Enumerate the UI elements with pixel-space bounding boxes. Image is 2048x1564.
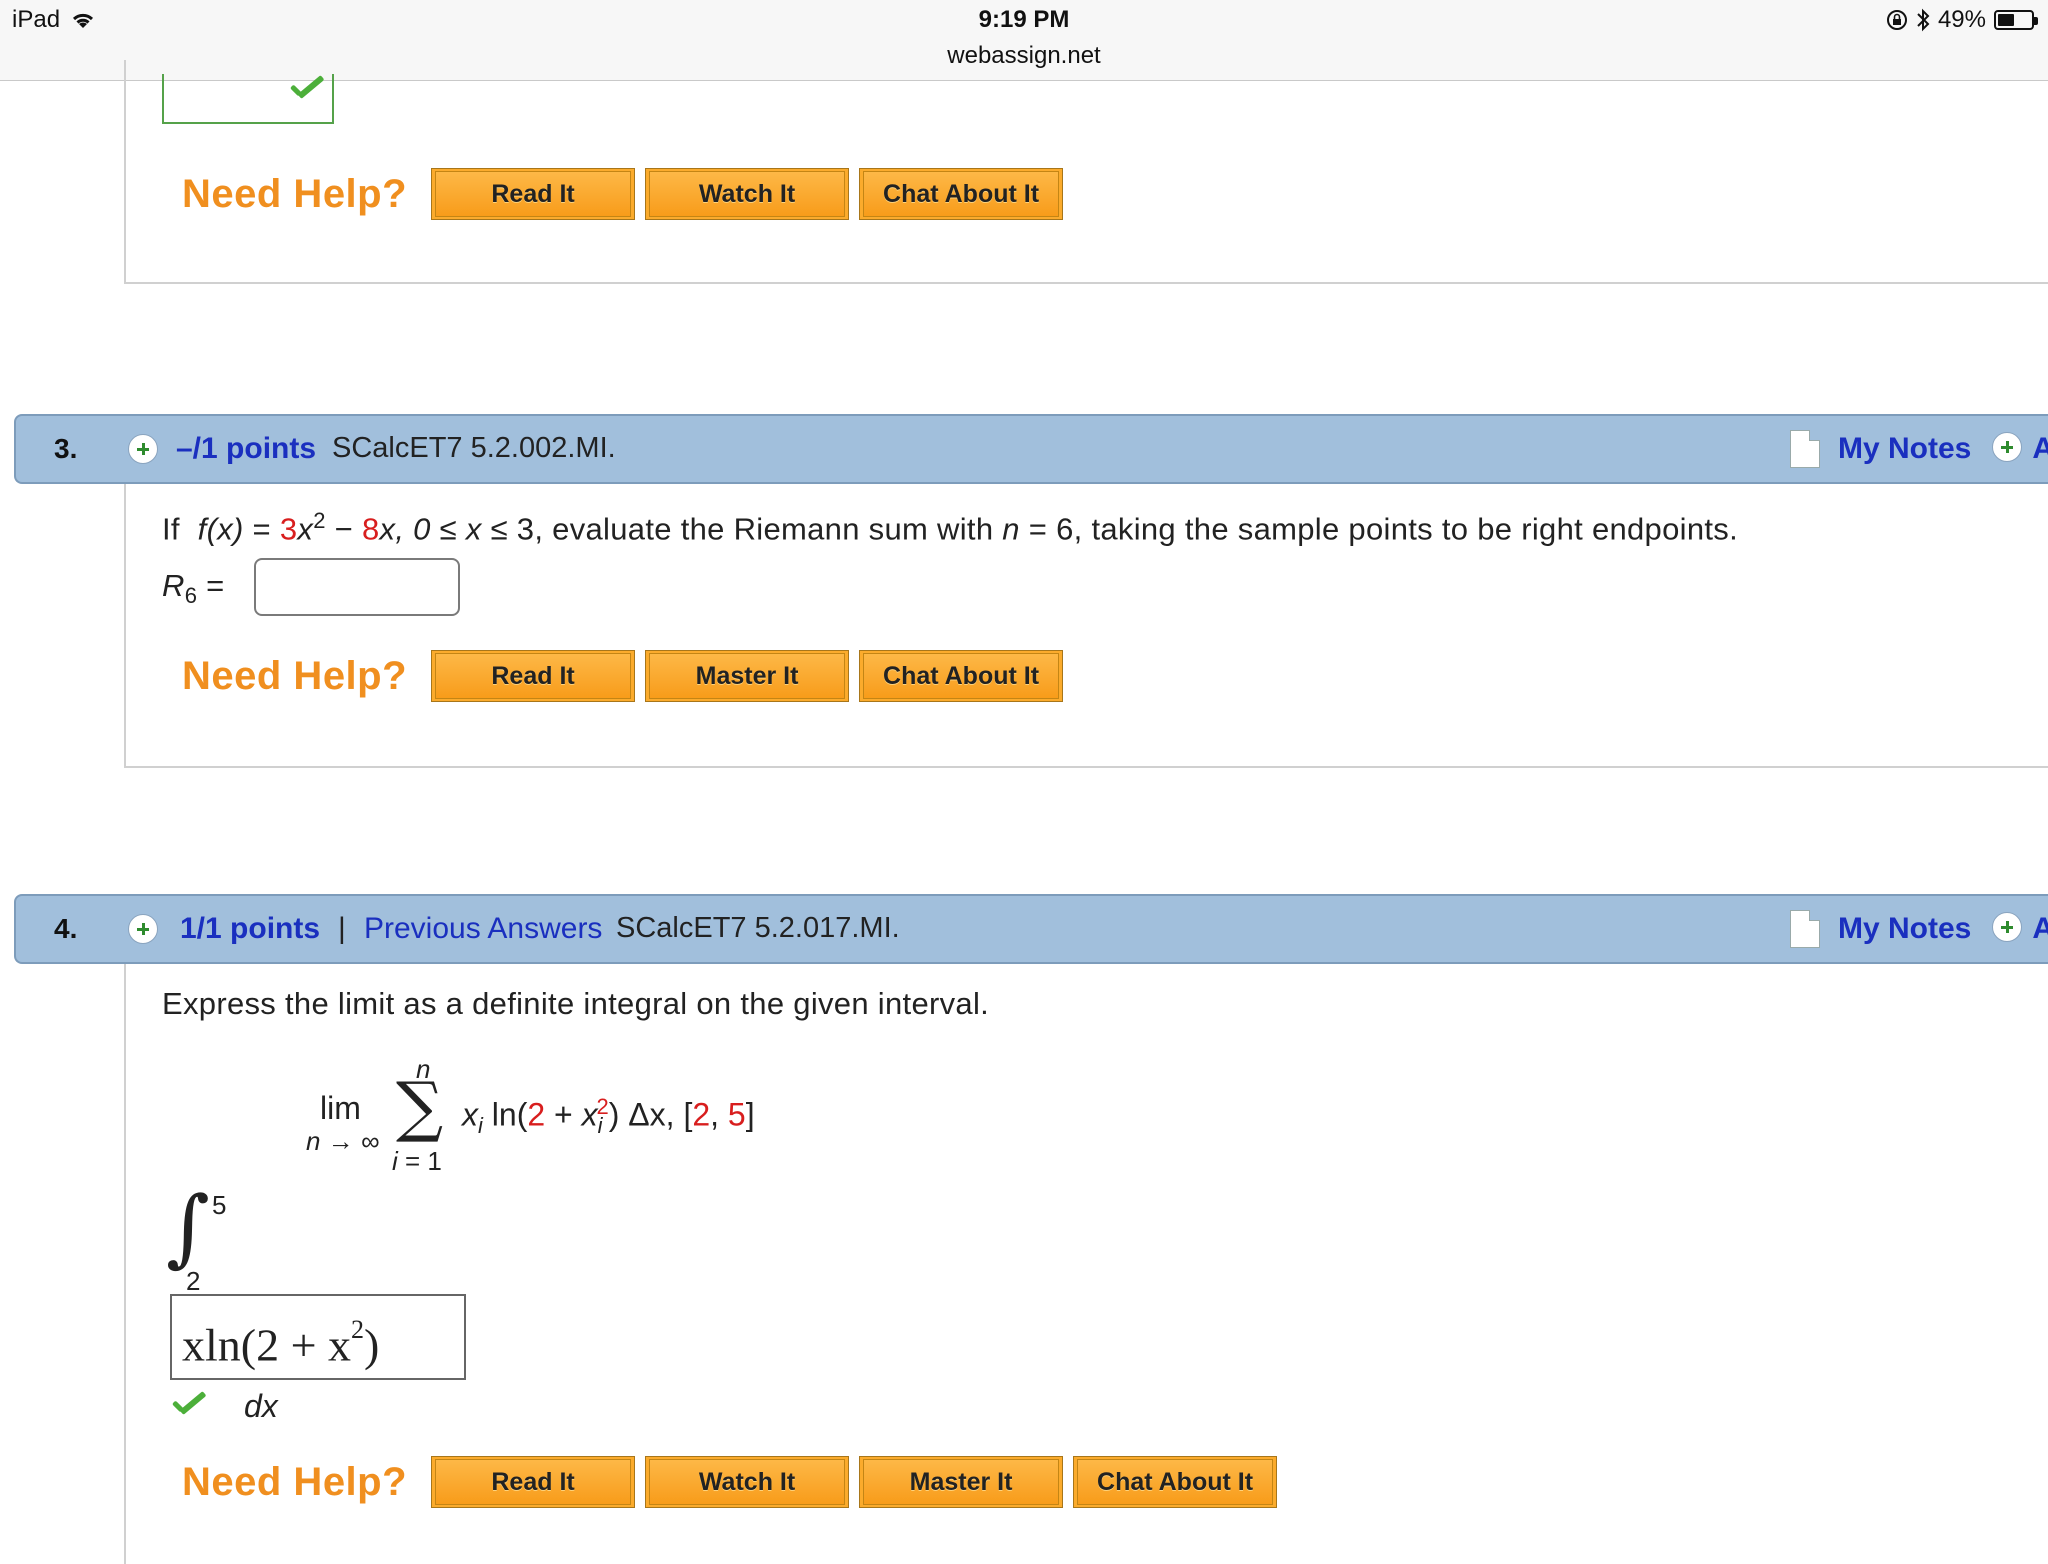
integral-lower-limit: 2: [186, 1266, 201, 1296]
question-number: 4.: [54, 913, 78, 944]
need-help-label: Need Help?: [182, 653, 408, 698]
question-code: SCalcET7 5.2.002.MI.: [332, 432, 616, 464]
my-notes-link[interactable]: My Notes: [1838, 432, 1971, 466]
header-edge-link[interactable]: A: [2032, 432, 2048, 466]
correct-check-icon: [172, 1396, 206, 1418]
watch-it-button[interactable]: Watch It: [645, 1456, 850, 1508]
master-it-button[interactable]: Master It: [645, 650, 850, 702]
add-plus-icon[interactable]: [1992, 912, 2022, 942]
read-it-button[interactable]: Read It: [431, 168, 636, 220]
question-2-answer-box[interactable]: [162, 74, 334, 124]
header-edge-link[interactable]: A: [2032, 912, 2048, 946]
read-it-button[interactable]: Read It: [431, 650, 636, 702]
master-it-button[interactable]: Master It: [859, 1456, 1064, 1508]
previous-answers-link[interactable]: Previous Answers: [364, 912, 602, 946]
question-number: 3.: [54, 433, 78, 464]
watch-it-button[interactable]: Watch It: [645, 168, 850, 220]
battery-fill: [1998, 14, 2014, 26]
lim-label: lim: [320, 1090, 361, 1126]
integrand-answer-box[interactable]: xln(2 + x2): [170, 1294, 466, 1380]
question-points: –/1 points: [176, 432, 317, 465]
question-4-header: 4. 1/1 points | Previous Answers SCalcET…: [14, 894, 2048, 964]
correct-check-icon: [290, 80, 324, 102]
question-3-help-row: Need Help? Read It Master It Chat About …: [182, 650, 1073, 702]
integral-upper-limit: 5: [212, 1190, 227, 1220]
header-separator: |: [338, 912, 346, 945]
riemann-sum-input[interactable]: [254, 558, 460, 616]
battery-percent: 49%: [1937, 6, 1986, 33]
question-4-help-row: Need Help? Read It Watch It Master It Ch…: [182, 1456, 1287, 1508]
question-3-text: If f(x) = 3x2 − 8x, 0 ≤ x ≤ 3, evaluate …: [162, 508, 1738, 547]
riemann-sum-label: R6 =: [162, 568, 225, 609]
my-notes-link[interactable]: My Notes: [1838, 912, 1971, 946]
add-plus-icon[interactable]: [1992, 432, 2022, 462]
dx-label: dx: [244, 1388, 278, 1424]
status-time: 9:19 PM: [978, 6, 1070, 33]
status-right: 49%: [1886, 6, 2038, 34]
sigma-lower: i = 1: [392, 1146, 442, 1176]
notes-page-icon[interactable]: [1790, 910, 1820, 948]
rotation-lock-icon: [1886, 10, 1907, 30]
chat-about-it-button[interactable]: Chat About It: [859, 650, 1064, 702]
chat-about-it-button[interactable]: Chat About It: [859, 168, 1064, 220]
question-4-prompt: Express the limit as a definite integral…: [162, 986, 990, 1021]
expand-plus-icon[interactable]: [128, 434, 158, 464]
lim-subscript: n → ∞: [306, 1126, 380, 1156]
read-it-button[interactable]: Read It: [431, 1456, 636, 1508]
integral-sign: ∫: [166, 1178, 210, 1276]
chat-about-it-button[interactable]: Chat About It: [1073, 1456, 1278, 1508]
battery-icon: [1994, 10, 2038, 30]
question-code: SCalcET7 5.2.017.MI.: [616, 912, 900, 944]
question-points: 1/1 points: [180, 912, 321, 945]
summand: xi ln(2 + xi2) Δx, [2, 5]: [462, 1094, 755, 1139]
bluetooth-icon: [1917, 8, 1930, 32]
question-2-help-row: Need Help? Read It Watch It Chat About I…: [182, 168, 1073, 220]
sigma-symbol: ∑: [396, 1068, 444, 1145]
question-3-header: 3. –/1 points SCalcET7 5.2.002.MI. My No…: [14, 414, 2048, 484]
need-help-label: Need Help?: [182, 171, 408, 216]
notes-page-icon[interactable]: [1790, 430, 1820, 468]
expand-plus-icon[interactable]: [128, 914, 158, 944]
need-help-label: Need Help?: [182, 1459, 408, 1504]
